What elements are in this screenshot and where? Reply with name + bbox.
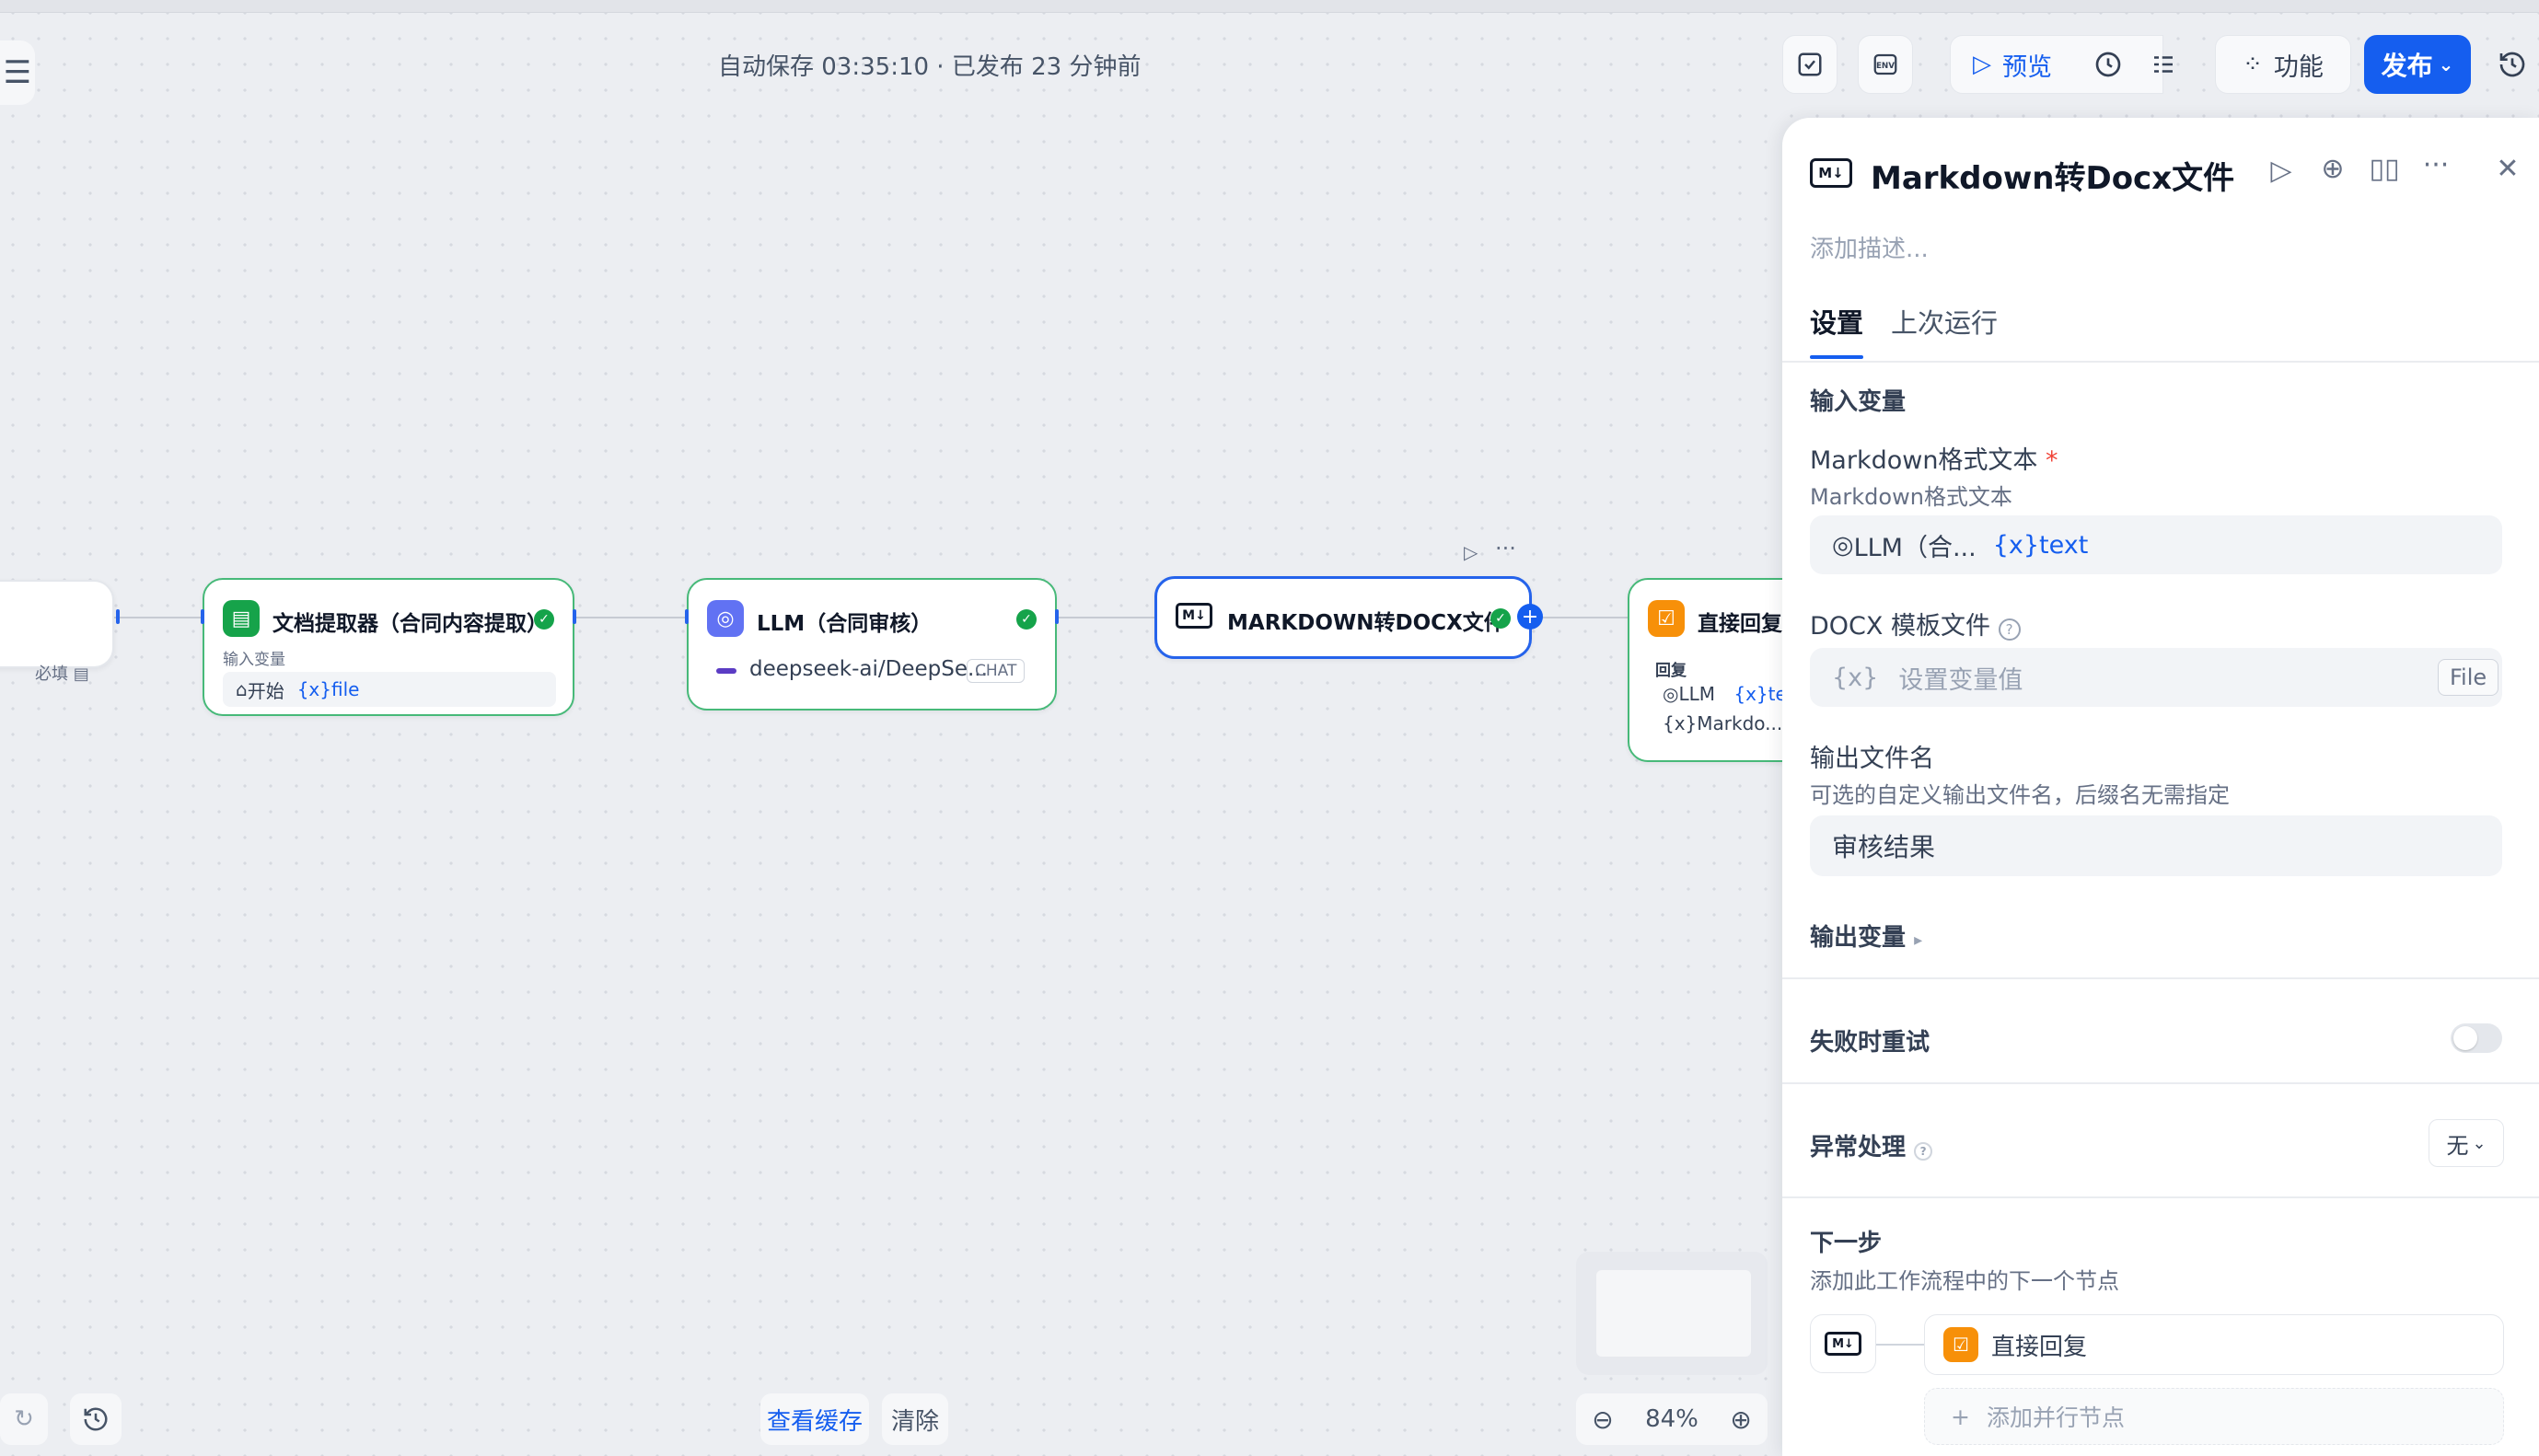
history-run-icon[interactable] [2081, 35, 2136, 94]
error-handling-select[interactable]: 无 ⌄ [2429, 1119, 2504, 1167]
llm-small-icon: ◎ [1832, 530, 1854, 560]
doc-extractor-node[interactable]: ▤ 文档提取器（合同内容提取） ✓ 输入变量 ⌂ 开始 {x}file [203, 578, 574, 716]
markdown-docx-node[interactable]: M↓ MARKDOWN转DOCX文件 ✓ [1154, 576, 1532, 659]
output-variables-heading[interactable]: 输出变量 ▸ [1810, 919, 1922, 953]
node-handle[interactable] [201, 609, 204, 624]
chevron-down-icon: ⌄ [2472, 1133, 2487, 1153]
checklist-icon[interactable] [1782, 35, 1838, 94]
zoom-controls: ⊖ 84% ⊕ [1576, 1393, 1768, 1445]
edge [574, 617, 687, 618]
docx-template-label: DOCX 模板文件 ? [1810, 606, 2021, 641]
active-tab-indicator [1810, 355, 1863, 359]
divider [1782, 977, 2539, 979]
home-icon: ⌂ [236, 678, 248, 700]
llm-small-icon: ◎ [1663, 683, 1679, 705]
help-icon: ? [1914, 1142, 1933, 1161]
view-cache-button[interactable]: 查看缓存 [760, 1393, 869, 1445]
description-input[interactable]: 添加描述... [1810, 230, 1929, 264]
markdown-icon: M↓ [1810, 158, 1852, 188]
variable-icon: {x} [1832, 663, 1879, 692]
success-check-icon: ✓ [534, 609, 554, 630]
zoom-level[interactable]: 84% [1645, 1405, 1698, 1433]
edge [1532, 617, 1628, 618]
add-parallel-node-button[interactable]: + 添加并行节点 [1924, 1388, 2504, 1445]
panel-title: Markdown转Docx文件 [1871, 160, 2235, 197]
minimap-viewport [1596, 1270, 1751, 1357]
node-handle[interactable] [116, 609, 120, 624]
publish-button[interactable]: 发布 ⌄ [2364, 35, 2471, 94]
current-node-icon: M↓ [1810, 1314, 1876, 1373]
book-icon[interactable]: ▯▯ [2366, 153, 2403, 185]
node-handle[interactable] [1055, 609, 1059, 624]
close-icon[interactable]: ✕ [2489, 153, 2526, 185]
node-run-icon[interactable]: ▷ [1464, 541, 1478, 563]
edge [1057, 617, 1154, 618]
divider [1782, 1082, 2539, 1084]
next-step-sub: 添加此工作流程中的下一个节点 [1810, 1268, 2119, 1294]
output-filename-label: 输出文件名 [1810, 745, 1934, 773]
version-history-icon[interactable] [2486, 35, 2539, 94]
file-type-badge: File [2438, 659, 2499, 696]
tab-settings[interactable]: 设置 [1810, 302, 1863, 341]
play-icon: ▷ [1973, 51, 1991, 78]
chevron-down-icon: ⌄ [2438, 53, 2454, 75]
tab-last-run[interactable]: 上次运行 [1891, 302, 1998, 341]
retry-toggle[interactable] [2451, 1023, 2502, 1053]
output-filename-sub: 可选的自定义输出文件名，后缀名无需指定 [1810, 782, 2230, 808]
markdown-text-sub: Markdown格式文本 [1810, 484, 2012, 510]
node-settings-panel: M↓ Markdown转Docx文件 ▷ ⊕ ▯▯ ··· ✕ 添加描述... … [1782, 118, 2539, 1456]
reply-icon: ☑ [1648, 600, 1685, 637]
features-button[interactable]: ⁘ 功能 [2215, 35, 2351, 94]
docx-template-field[interactable]: {x} 设置变量值 [1810, 648, 2502, 707]
input-variables-heading: 输入变量 [1810, 388, 1907, 416]
menu-icon[interactable]: ☰ [0, 40, 35, 105]
required-badge: 必填 ▤ [35, 664, 89, 684]
start-node-partial[interactable] [0, 580, 114, 668]
zoom-in-icon[interactable]: ⊕ [1730, 1404, 1751, 1435]
reply-icon: ☑ [1943, 1327, 1978, 1362]
success-check-icon: ✓ [1490, 608, 1511, 629]
output-filename-input[interactable]: 审核结果 [1810, 815, 2502, 876]
llm-icon: ◎ [707, 600, 744, 637]
error-handling-label: 异常处理 ? [1810, 1128, 1933, 1162]
llm-node[interactable]: ◎ LLM（合同审核） ✓ deepseek-ai/DeepSe... CHAT [687, 578, 1057, 711]
divider [1782, 361, 2539, 363]
retry-on-failure-label: 失败时重试 [1810, 1029, 1930, 1057]
apps-icon: ⁘ [2243, 51, 2263, 78]
next-connector [1876, 1344, 1924, 1346]
node-more-icon[interactable]: ··· [1495, 536, 1516, 561]
next-node-item[interactable]: ☑ 直接回复 [1924, 1314, 2504, 1375]
more-icon[interactable]: ··· [2417, 149, 2454, 181]
help-icon: ? [1998, 618, 2021, 641]
autosave-status: 自动保存 03:35:10 · 已发布 23 分钟前 [718, 53, 1142, 81]
svg-text:ENV: ENV [1876, 62, 1895, 71]
node-handle[interactable] [685, 609, 689, 624]
top-strip [0, 0, 2539, 13]
clear-button[interactable]: 清除 [882, 1393, 948, 1445]
zoom-out-icon[interactable]: ⊖ [1592, 1404, 1613, 1435]
model-logo-icon [716, 668, 736, 674]
markdown-icon: M↓ [1176, 603, 1212, 629]
locate-icon[interactable]: ⊕ [2314, 153, 2351, 185]
env-icon[interactable]: ENV [1858, 35, 1913, 94]
success-check-icon: ✓ [1016, 609, 1037, 630]
model-mode-badge: CHAT [967, 659, 1026, 683]
input-variable-chip: ⌂ 开始 {x}file [223, 672, 556, 707]
add-node-icon[interactable]: + [1517, 604, 1543, 630]
redo-icon[interactable]: ↻ [0, 1393, 48, 1445]
plus-icon: + [1951, 1403, 1970, 1430]
markdown-text-label: Markdown格式文本 * [1810, 446, 2058, 475]
next-step-heading: 下一步 [1810, 1230, 1883, 1257]
caret-right-icon: ▸ [1914, 930, 1923, 950]
doc-extract-icon: ▤ [223, 600, 260, 637]
minimap[interactable] [1576, 1252, 1768, 1375]
history-icon[interactable] [70, 1393, 122, 1445]
divider [1782, 1196, 2539, 1198]
run-node-icon[interactable]: ▷ [2263, 155, 2300, 187]
markdown-variable-field[interactable]: ◎ LLM（合... {x}text [1810, 515, 2502, 574]
list-icon[interactable] [2136, 35, 2191, 94]
node-handle[interactable] [573, 609, 576, 624]
